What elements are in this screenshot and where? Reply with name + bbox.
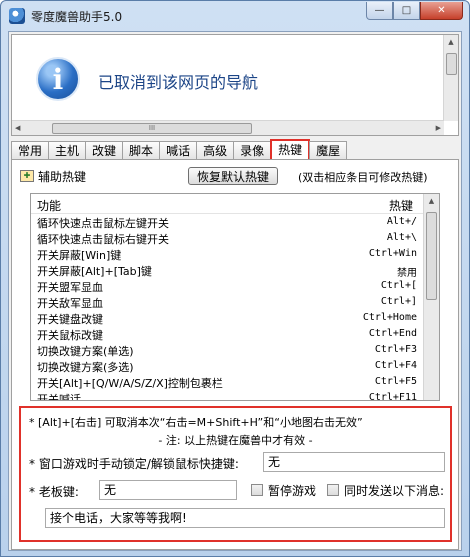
- tab-advanced[interactable]: 高级: [196, 141, 235, 160]
- keyboard-icon: ✚: [20, 170, 34, 182]
- list-item[interactable]: 开关屏蔽[Alt]+[Tab]键 禁用: [31, 262, 439, 279]
- column-header-hotkey[interactable]: 热键: [389, 197, 413, 214]
- navigation-canceled-message: 已取消到该网页的导航: [98, 73, 259, 92]
- function-label: 开关敌军显血: [37, 297, 103, 310]
- list-item[interactable]: 开关鼠标改键 Ctrl+End: [31, 326, 439, 342]
- hotkey-settings-panel: * [Alt]+[右击] 可取消本次“右击=M+Shift+H”和“小地图右击无…: [19, 406, 452, 542]
- hotkey-value: Ctrl+]: [380, 296, 417, 307]
- browser-horizontal-scrollbar[interactable]: ◀ III ▶: [12, 120, 444, 135]
- hotkey-value: Alt+\: [386, 232, 417, 243]
- mouse-lock-hotkey-field[interactable]: 无: [263, 452, 445, 472]
- hotkeys-tab-page: ✚ 辅助热键 恢复默认热键 (双击相应条目可修改热键) 功能 热键 循环快速点击…: [11, 159, 459, 550]
- hotkey-list[interactable]: 功能 热键 循环快速点击鼠标左键开关 Alt+/ 循环快速点击鼠标右键开关 Alt+…: [30, 193, 440, 401]
- function-label: 切换改键方案(多选): [37, 361, 134, 374]
- list-item[interactable]: 开关[Alt]+[Q/W/A/S/Z/X]控制包裹栏 Ctrl+F5: [31, 374, 439, 390]
- send-message-label[interactable]: 同时发送以下消息:: [344, 482, 444, 499]
- tab-keymap[interactable]: 改键: [85, 141, 124, 160]
- hotkey-value: Ctrl+F5: [374, 376, 417, 387]
- hotkey-value: Ctrl+[: [380, 280, 417, 291]
- function-label: 循环快速点击鼠标右键开关: [37, 233, 169, 246]
- tab-strip: 常用 主机 改键 脚本 喊话 高级 录像 热键 魔屋: [11, 139, 459, 160]
- hotkey-value: Ctrl+Win: [368, 248, 417, 259]
- function-label: 开关键盘改键: [37, 313, 103, 326]
- tab-chat[interactable]: 喊话: [159, 141, 198, 160]
- hotkey-value: 禁用: [397, 268, 417, 279]
- list-item[interactable]: 开关屏蔽[Win]键 Ctrl+Win: [31, 246, 439, 262]
- send-message-checkbox[interactable]: [327, 484, 339, 496]
- window-title: 零度魔兽助手5.0: [31, 10, 123, 24]
- list-item[interactable]: 切换改键方案(多选) Ctrl+F4: [31, 358, 439, 374]
- title-bar[interactable]: 零度魔兽助手5.0 — □ ✕: [1, 1, 469, 31]
- minimize-button[interactable]: —: [366, 2, 393, 20]
- client-area: i 已取消到该网页的导航 ▲ ◀ III ▶ 常用 主机 改键 脚本 喊话 高级…: [8, 31, 462, 551]
- scroll-up-arrow-icon[interactable]: ▲: [444, 35, 458, 50]
- hotkey-value: Ctrl+Home: [362, 312, 417, 323]
- hotkey-value: Ctrl+F11: [368, 392, 417, 401]
- tab-replay[interactable]: 录像: [233, 141, 272, 160]
- alt-right-click-note: * [Alt]+[右击] 可取消本次“右击=M+Shift+H”和“小地图右击无…: [29, 416, 363, 429]
- hotkey-value: Ctrl+End: [368, 328, 417, 339]
- list-item[interactable]: 开关盟军显血 Ctrl+[: [31, 278, 439, 294]
- boss-message-field[interactable]: 接个电话，大家等等我啊!: [45, 508, 445, 528]
- info-icon: i: [36, 57, 80, 101]
- function-label: 开关[Alt]+[Q/W/A/S/Z/X]控制包裹栏: [37, 377, 223, 390]
- tab-hotkeys[interactable]: 热键: [270, 139, 311, 160]
- scrollbar-thumb[interactable]: III: [52, 123, 252, 134]
- edit-hint: (双击相应条目可修改热键): [298, 171, 428, 184]
- hotkeys-in-game-note: - 注: 以上热键在魔兽中才有效 -: [158, 434, 313, 447]
- boss-key-label: * 老板键:: [29, 485, 79, 499]
- scrollbar-thumb[interactable]: [446, 53, 457, 75]
- column-header-function[interactable]: 功能: [37, 197, 61, 214]
- scrollbar-thumb[interactable]: [426, 212, 437, 300]
- close-button[interactable]: ✕: [420, 2, 463, 20]
- app-logo-icon: [9, 8, 25, 24]
- list-item[interactable]: 循环快速点击鼠标右键开关 Alt+\: [31, 230, 439, 246]
- list-item[interactable]: 开关键盘改键 Ctrl+Home: [31, 310, 439, 326]
- function-label: 开关屏蔽[Alt]+[Tab]键: [37, 265, 152, 278]
- function-label: 开关盟军显血: [37, 281, 103, 294]
- maximize-button[interactable]: □: [393, 2, 420, 20]
- list-item[interactable]: 循环快速点击鼠标左键开关 Alt+/: [31, 214, 439, 230]
- function-label: 循环快速点击鼠标左键开关: [37, 217, 169, 230]
- app-window: 零度魔兽助手5.0 — □ ✕ i 已取消到该网页的导航 ▲ ◀ III ▶ 常…: [0, 0, 470, 557]
- scroll-left-arrow-icon[interactable]: ◀: [15, 124, 20, 132]
- list-item[interactable]: 开关敌军显血 Ctrl+]: [31, 294, 439, 310]
- hotkeys-section-title: 辅助热键: [38, 170, 87, 184]
- tab-magic-house[interactable]: 魔屋: [309, 141, 348, 160]
- window-controls: — □ ✕: [366, 2, 463, 20]
- embedded-browser-pane: i 已取消到该网页的导航 ▲ ◀ III ▶: [11, 34, 459, 136]
- scroll-right-arrow-icon[interactable]: ▶: [436, 124, 441, 132]
- list-item[interactable]: 开关喊话 Ctrl+F11: [31, 390, 439, 401]
- hotkey-value: Ctrl+F4: [374, 360, 417, 371]
- tab-host[interactable]: 主机: [48, 141, 87, 160]
- hotkey-value: Alt+/: [386, 216, 417, 227]
- list-vertical-scrollbar[interactable]: ▲: [423, 194, 439, 400]
- scroll-up-arrow-icon[interactable]: ▲: [424, 194, 439, 209]
- mouse-lock-label: * 窗口游戏时手动锁定/解锁鼠标快捷键:: [29, 457, 239, 471]
- tab-common[interactable]: 常用: [11, 141, 50, 160]
- function-label: 开关鼠标改键: [37, 329, 103, 342]
- pause-game-label[interactable]: 暂停游戏: [268, 482, 316, 499]
- function-label: 开关喊话: [37, 393, 81, 401]
- browser-vertical-scrollbar[interactable]: ▲: [443, 35, 458, 121]
- pause-game-checkbox[interactable]: [251, 484, 263, 496]
- function-label: 切换改键方案(单选): [37, 345, 134, 358]
- hotkey-value: Ctrl+F3: [374, 344, 417, 355]
- restore-default-hotkeys-button[interactable]: 恢复默认热键: [188, 167, 278, 185]
- tab-script[interactable]: 脚本: [122, 141, 161, 160]
- list-item[interactable]: 切换改键方案(单选) Ctrl+F3: [31, 342, 439, 358]
- function-label: 开关屏蔽[Win]键: [37, 249, 122, 262]
- boss-key-field[interactable]: 无: [99, 480, 237, 500]
- list-header: 功能 热键: [31, 194, 439, 214]
